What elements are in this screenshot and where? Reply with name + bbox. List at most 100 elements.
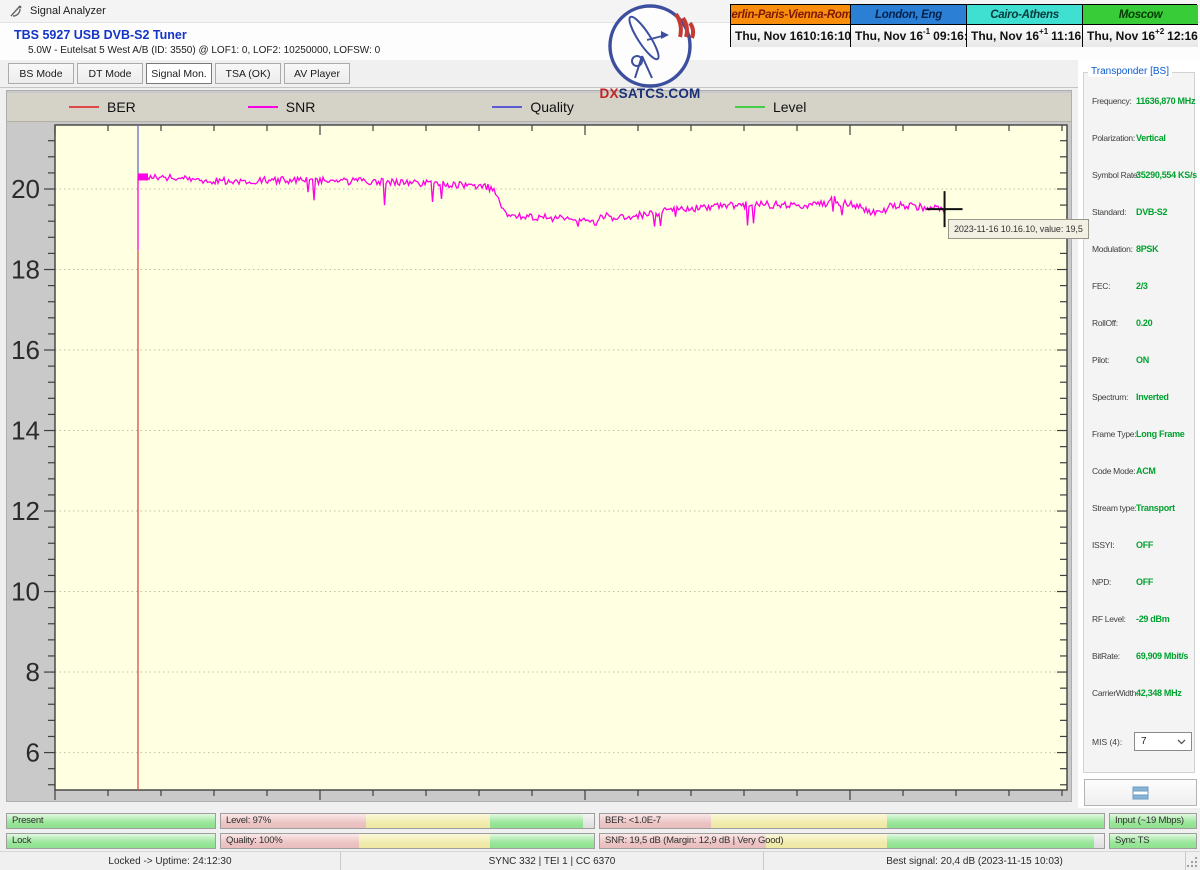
clock-time-3: Thu, Nov 16+111:16 [966, 25, 1082, 47]
indicator-label-lock: Lock [12, 834, 31, 848]
indicator-bar-quality: Quality: 100% [220, 833, 595, 849]
indicator-label-present: Present [12, 814, 43, 828]
legend-item-ber: BER [69, 99, 136, 115]
y-axis-label-20: 20 [11, 174, 40, 204]
mis-select[interactable]: 7 [1134, 732, 1192, 751]
tp-label-15: BitRate: [1092, 650, 1120, 663]
tp-value-12: OFF [1136, 539, 1153, 552]
status-indicator-bars: Present Level: 97% BER: <1.0E-7 Input (~19 … [0, 812, 1200, 851]
indicator-bar-sync: Sync TS [1109, 833, 1197, 849]
indicator-bar-lock: Lock [6, 833, 216, 849]
tp-value-9: Long Frame [1136, 428, 1185, 441]
tp-label-16: CarrierWidth: [1092, 687, 1138, 700]
satellite-dish-logo-icon [592, 2, 708, 88]
signal-chart-panel: BERSNRQualityLevel 68101214161820 2023-1… [6, 90, 1072, 802]
tp-label-6: RollOff: [1092, 317, 1118, 330]
dxsatcs-logo: DXSATCS.COM [592, 2, 708, 104]
tp-label-13: NPD: [1092, 576, 1111, 589]
legend-item-level: Level [735, 99, 806, 115]
clock-city-1: Berlin-Paris-Vienna-Roma [731, 5, 850, 25]
logo-rest: SATCS.COM [619, 86, 701, 101]
tp-value-4: 8PSK [1136, 243, 1158, 256]
tp-label-7: Pilot: [1092, 354, 1109, 367]
signal-analyzer-window: Signal Analyzer TBS 5927 USB DVB-S2 Tune… [0, 0, 1200, 870]
legend-swatch-ber [69, 106, 99, 108]
statusbar-best-signal: Best signal: 20,4 dB (2023-11-15 10:03) [763, 852, 1185, 870]
tp-value-7: ON [1136, 354, 1149, 367]
statusbar: Locked -> Uptime: 24:12:30 SYNC 332 | TE… [0, 851, 1200, 870]
indicator-label-sync: Sync TS [1115, 834, 1149, 848]
tp-value-15: 69,909 Mbit/s [1136, 650, 1188, 663]
tp-label-0: Frequency: [1092, 95, 1132, 108]
window-title: Signal Analyzer [30, 5, 106, 17]
tp-value-1: Vertical [1136, 132, 1166, 145]
mis-selected-value: 7 [1141, 736, 1177, 747]
y-axis-label-18: 18 [11, 255, 40, 285]
resize-grip[interactable] [1186, 856, 1198, 868]
tp-label-4: Modulation: [1092, 243, 1133, 256]
tp-value-13: OFF [1136, 576, 1153, 589]
chart-legend: BER SNR Quality Level [7, 93, 1071, 122]
tp-label-1: Polarization: [1092, 132, 1135, 145]
statusbar-sync-counters: SYNC 332 | TEI 1 | CC 6370 [340, 852, 763, 870]
tp-label-12: ISSYI: [1092, 539, 1114, 552]
clock-city-2: London, Eng [850, 5, 966, 25]
plot-area [55, 125, 1067, 790]
tp-label-10: Code Mode: [1092, 465, 1135, 478]
clock-city-3: Cairo-Athens [966, 5, 1082, 25]
y-axis-label-6: 6 [26, 738, 40, 768]
tab-dt-mode[interactable]: DT Mode [77, 63, 143, 84]
tuner-subtitle: 5.0W - Eutelsat 5 West A/B (ID: 3550) @ … [28, 45, 380, 56]
legend-item-snr: SNR [248, 99, 316, 115]
tab-tsa-ok-[interactable]: TSA (OK) [215, 63, 281, 84]
indicator-label-ber: BER: <1.0E-7 [605, 814, 661, 828]
world-clock-panel: Berlin-Paris-Vienna-RomaLondon, EngCairo… [730, 4, 1197, 47]
clock-time-1: Thu, Nov 1610:16:10 [731, 25, 850, 47]
tp-value-0: 11636,870 MHz [1136, 95, 1195, 108]
chevron-down-icon [1177, 739, 1186, 745]
logo-dx: DX [600, 86, 619, 101]
chart-tooltip: 2023-11-16 10.16.10, value: 19,5 [948, 219, 1089, 239]
table-view-button[interactable] [1084, 779, 1197, 806]
table-icon [1132, 786, 1149, 800]
tp-label-9: Frame Type: [1092, 428, 1136, 441]
tp-value-14: -29 dBm [1136, 613, 1169, 626]
clock-city-4: Moscow [1082, 5, 1198, 25]
tp-value-11: Transport [1136, 502, 1175, 515]
tp-value-3: DVB-S2 [1136, 206, 1167, 219]
indicator-bar-ber: BER: <1.0E-7 [599, 813, 1105, 829]
tp-value-6: 0.20 [1136, 317, 1152, 330]
tp-value-2: 35290,554 KS/s [1136, 169, 1197, 182]
tab-av-player[interactable]: AV Player [284, 63, 350, 84]
indicator-bar-present: Present [6, 813, 216, 829]
tp-value-16: 42,348 MHz [1136, 687, 1182, 700]
y-axis-label-12: 12 [11, 496, 40, 526]
signal-plot[interactable]: 68101214161820 [7, 121, 1071, 801]
y-axis-label-14: 14 [11, 416, 40, 446]
tp-label-3: Standard: [1092, 206, 1126, 219]
tp-value-10: ACM [1136, 465, 1156, 478]
legend-swatch-snr [248, 106, 278, 108]
indicator-label-snr: SNR: 19,5 dB (Margin: 12,9 dB | Very Goo… [605, 834, 783, 848]
indicator-bar-level: Level: 97% [220, 813, 595, 829]
app-icon [9, 4, 23, 18]
tp-value-5: 2/3 [1136, 280, 1148, 293]
tuner-title: TBS 5927 USB DVB-S2 Tuner [14, 28, 187, 42]
tab-bs-mode[interactable]: BS Mode [8, 63, 74, 84]
tp-label-2: Symbol Rate: [1092, 169, 1139, 182]
indicator-bar-input: Input (~19 Mbps) [1109, 813, 1197, 829]
y-axis-label-8: 8 [26, 657, 40, 687]
mis-label: MIS (4): [1092, 737, 1122, 747]
groupbox-title: Transponder [BS] [1088, 66, 1172, 77]
tab-signal-mon-[interactable]: Signal Mon. [146, 63, 212, 84]
legend-swatch-quality [492, 106, 522, 108]
clock-time-2: Thu, Nov 16-109:16:10 [850, 25, 966, 47]
tp-label-14: RF Level: [1092, 613, 1126, 626]
legend-swatch-level [735, 106, 765, 108]
tp-label-8: Spectrum: [1092, 391, 1128, 404]
statusbar-grip-area [1185, 852, 1200, 870]
logo-text: DXSATCS.COM [592, 86, 708, 101]
indicator-label-input: Input (~19 Mbps) [1115, 814, 1184, 828]
legend-item-quality: Quality [492, 99, 574, 115]
y-axis-label-10: 10 [11, 577, 40, 607]
